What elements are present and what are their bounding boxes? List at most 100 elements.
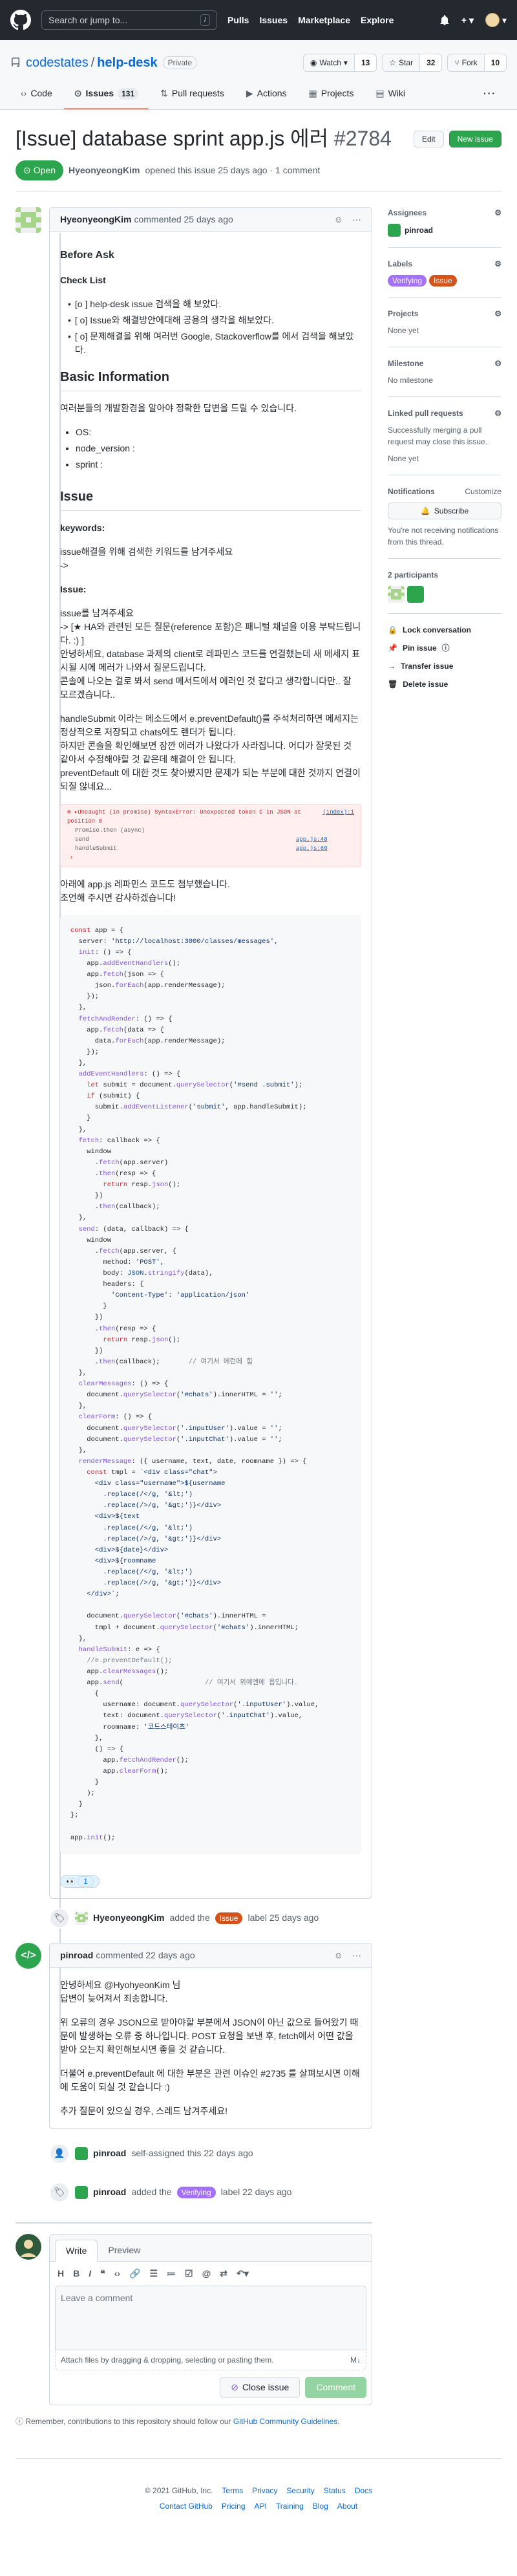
- transfer-issue-button[interactable]: → Transfer issue: [388, 660, 501, 672]
- reply-icon[interactable]: ↶▾: [237, 2267, 249, 2280]
- avatar[interactable]: [407, 586, 424, 603]
- footer-link-blog[interactable]: Blog: [313, 2500, 328, 2512]
- issue-sidebar: Assignees ⚙ pinroad Labels ⚙ Verifying Iss…: [388, 207, 501, 2427]
- footer-link-about[interactable]: About: [337, 2500, 357, 2512]
- avatar[interactable]: [75, 2147, 88, 2160]
- assignee-pinroad[interactable]: pinroad: [388, 224, 501, 237]
- customize-link[interactable]: Customize: [465, 486, 501, 497]
- tab-issues[interactable]: ⊙ Issues 131: [63, 81, 149, 109]
- new-issue-button[interactable]: New issue: [448, 131, 501, 147]
- footer-link-privacy[interactable]: Privacy: [252, 2485, 277, 2496]
- tab-wiki[interactable]: ▤ Wiki: [365, 81, 416, 109]
- gear-icon[interactable]: ⚙: [494, 407, 501, 419]
- footer-link-pricing[interactable]: Pricing: [222, 2500, 246, 2512]
- label-issue[interactable]: Issue: [429, 275, 457, 287]
- footer-link-contact[interactable]: Contact GitHub: [160, 2500, 213, 2512]
- event-user-link[interactable]: pinroad: [93, 2147, 126, 2160]
- close-issue-button[interactable]: ⊘ Close issue: [220, 2376, 301, 2398]
- event-user-link[interactable]: pinroad: [93, 2185, 126, 2199]
- subscribe-button[interactable]: 🔔 Subscribe: [388, 503, 501, 519]
- more-tabs-icon[interactable]: ···: [473, 81, 507, 109]
- gear-icon[interactable]: ⚙: [494, 308, 501, 319]
- code-icon[interactable]: ‹›: [114, 2267, 120, 2280]
- pin-issue-button[interactable]: 📌 Pin issue ⓘ: [388, 642, 501, 654]
- github-logo-icon[interactable]: [10, 10, 31, 30]
- star-button[interactable]: ☆ Star 32: [382, 54, 443, 72]
- repo-name-link[interactable]: help-desk: [97, 53, 157, 72]
- create-new-plus-icon[interactable]: + ▾: [461, 14, 474, 27]
- avatar[interactable]: [16, 207, 41, 233]
- footer-link-docs[interactable]: Docs: [355, 2485, 372, 2496]
- avatar[interactable]: </>: [16, 1942, 41, 1969]
- comment-textarea[interactable]: Leave a comment: [55, 2285, 366, 2350]
- kebab-menu-icon[interactable]: ···: [352, 1949, 361, 1962]
- label-issue[interactable]: Issue: [215, 1912, 243, 1924]
- attach-files-area[interactable]: Attach files by dragging & dropping, sel…: [55, 2350, 366, 2370]
- task-list-icon[interactable]: ☑: [185, 2267, 193, 2280]
- comment-button[interactable]: Comment: [305, 2376, 366, 2398]
- issue-author-link[interactable]: HyeonyeongKim: [69, 164, 140, 177]
- unordered-list-icon[interactable]: ☰: [149, 2267, 158, 2280]
- tab-code[interactable]: ‹› Code: [10, 81, 63, 109]
- watch-button[interactable]: ◉ Watch ▾ 13: [302, 54, 377, 72]
- gear-icon[interactable]: ⚙: [494, 207, 501, 219]
- assignees-heading: Assignees: [388, 208, 427, 217]
- notifications-heading: Notifications: [388, 487, 435, 496]
- nav-marketplace[interactable]: Marketplace: [298, 14, 350, 27]
- comment-author-link[interactable]: HyeonyeongKim: [60, 213, 131, 226]
- nav-pulls[interactable]: Pulls: [227, 14, 249, 27]
- lock-conversation-button[interactable]: 🔒 Lock conversation: [388, 624, 501, 636]
- tab-label: Issues: [85, 88, 114, 98]
- notifications-text: You're not receiving notifications from …: [388, 526, 499, 547]
- tab-pull-requests[interactable]: ⇅ Pull requests: [150, 81, 235, 109]
- search-input[interactable]: Search or jump to... /: [41, 10, 217, 30]
- community-guidelines-link[interactable]: GitHub Community Guidelines: [233, 2417, 337, 2426]
- tab-preview[interactable]: Preview: [98, 2240, 151, 2261]
- user-menu[interactable]: ▾: [485, 13, 507, 27]
- tab-write[interactable]: Write: [55, 2239, 98, 2262]
- tab-projects[interactable]: ▦ Projects: [299, 81, 364, 109]
- ordered-list-icon[interactable]: ≔: [167, 2267, 176, 2280]
- linked-prs-heading: Linked pull requests: [388, 409, 463, 418]
- label-verifying[interactable]: Verifying: [176, 2186, 216, 2198]
- cross-reference-icon[interactable]: ⇄: [220, 2267, 227, 2280]
- comment-time[interactable]: commented 25 days ago: [134, 213, 233, 226]
- bell-icon[interactable]: [439, 15, 450, 25]
- footer-link-security[interactable]: Security: [286, 2485, 314, 2496]
- avatar[interactable]: [388, 586, 405, 603]
- link-icon[interactable]: 🔗: [129, 2267, 140, 2280]
- comment-header: pinroad commented 22 days ago ☺ ···: [50, 1943, 372, 1968]
- nav-explore[interactable]: Explore: [361, 14, 394, 27]
- edit-button[interactable]: Edit: [413, 131, 444, 147]
- delete-issue-button[interactable]: 🗑 Delete issue: [388, 678, 501, 690]
- footer-link-terms[interactable]: Terms: [222, 2485, 243, 2496]
- comment-author-link[interactable]: pinroad: [60, 1949, 93, 1962]
- quote-icon[interactable]: ❝: [100, 2267, 105, 2280]
- event-user-link[interactable]: HyeonyeongKim: [93, 1911, 164, 1925]
- tab-label: Projects: [321, 88, 354, 98]
- comment-time[interactable]: commented 22 days ago: [96, 1949, 195, 1962]
- nav-issues[interactable]: Issues: [259, 14, 288, 27]
- footer-link-training[interactable]: Training: [276, 2500, 304, 2512]
- footer-link-status[interactable]: Status: [324, 2485, 346, 2496]
- kebab-menu-icon[interactable]: ···: [352, 213, 361, 226]
- gear-icon[interactable]: ⚙: [494, 358, 501, 369]
- tab-actions[interactable]: ▶ Actions: [236, 81, 297, 109]
- gear-icon[interactable]: ⚙: [494, 258, 501, 270]
- remember-text: Remember, contributions to this reposito…: [25, 2416, 231, 2426]
- smiley-icon[interactable]: ☺: [334, 213, 343, 226]
- heading-icon[interactable]: H: [58, 2267, 64, 2280]
- bold-icon[interactable]: B: [73, 2267, 79, 2280]
- reply-text-2: 답변이 늦어져서 죄송합니다.: [60, 1993, 168, 2004]
- repo-owner-link[interactable]: codestates: [26, 53, 89, 72]
- smiley-icon[interactable]: ☺: [334, 1949, 343, 1962]
- avatar[interactable]: [75, 1911, 88, 1925]
- label-verifying[interactable]: Verifying: [388, 275, 427, 287]
- fork-button[interactable]: ⑂ Fork 10: [447, 54, 507, 72]
- footer-link-api[interactable]: API: [255, 2500, 267, 2512]
- label-event: 🏷 pinroad added the Verifying label 22 d…: [49, 2173, 372, 2212]
- reaction-thumbs-up[interactable]: 👀 1: [60, 1874, 100, 1888]
- mention-icon[interactable]: @: [202, 2267, 211, 2280]
- italic-icon[interactable]: I: [89, 2267, 91, 2280]
- avatar[interactable]: [75, 2185, 88, 2199]
